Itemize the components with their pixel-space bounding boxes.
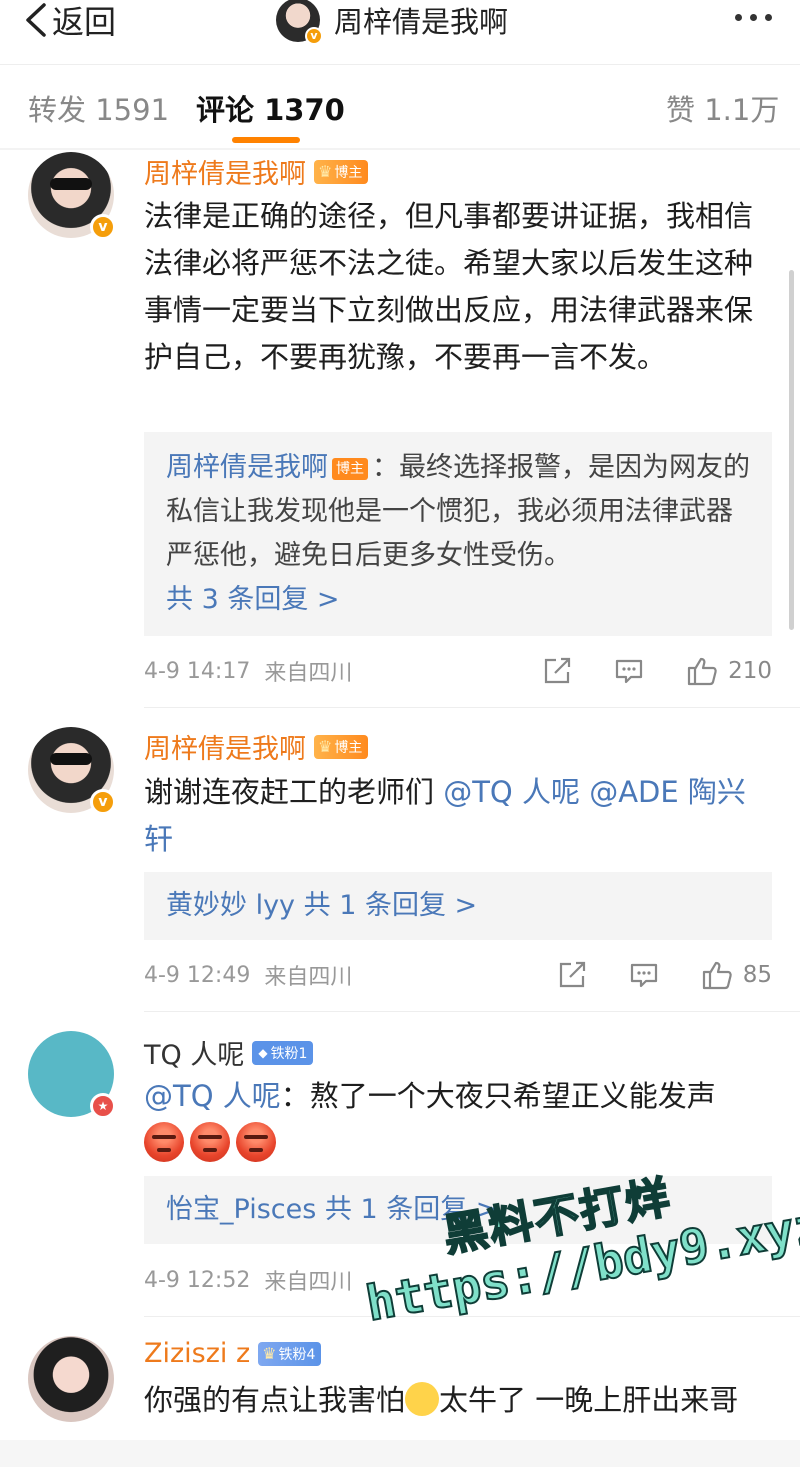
tab-likes[interactable]: 赞 1.1万 [666, 87, 779, 129]
divider [144, 707, 800, 708]
back-label: 返回 [52, 3, 117, 41]
chevron-left-icon [26, 3, 46, 37]
back-button[interactable]: 返回 [22, 0, 117, 41]
avatar[interactable]: v [28, 152, 116, 240]
verified-icon: v [90, 789, 116, 815]
fan-badge: ♛ 铁粉4 [258, 1341, 322, 1366]
avatar[interactable]: v [28, 727, 116, 815]
tab-repost[interactable]: 转发 1591 [28, 87, 169, 129]
scrollbar[interactable] [789, 270, 794, 630]
reply-button[interactable] [614, 657, 644, 685]
share-icon [559, 961, 585, 988]
crown-icon: ♛ [318, 737, 333, 756]
timestamp: 4-9 12:49 [144, 962, 251, 988]
mention-link[interactable]: @TQ 人呢 [443, 775, 580, 809]
angry-emoji-icon [144, 1122, 184, 1162]
reply-button[interactable] [629, 961, 659, 989]
avatar[interactable]: ★ [28, 1031, 116, 1119]
angry-emoji-icon [236, 1122, 276, 1162]
avatar[interactable]: v [276, 0, 323, 45]
host-badge: ♛ 博主 [314, 159, 369, 184]
verified-icon: v [305, 27, 323, 45]
divider [0, 148, 800, 150]
view-replies-link[interactable]: 黄妙妙 lyy 共 1 条回复 > [166, 890, 477, 921]
reply-preview[interactable]: 黄妙妙 lyy 共 1 条回复 > [144, 872, 772, 940]
avatar[interactable] [28, 1336, 114, 1422]
like-icon [702, 961, 732, 990]
top-bar: 返回 v 周梓倩是我啊 [0, 0, 800, 64]
diamond-icon: ◆ [258, 1045, 268, 1060]
like-icon [687, 657, 717, 686]
comment-text: 法律是正确的途径，但凡事都要讲证据，我相信法律必将严惩不法之徒。希望大家以后发生… [144, 199, 754, 374]
angry-emoji-icon [190, 1122, 230, 1162]
tab-bar: 转发 1591 评论 1370 赞 1.1万 [0, 64, 800, 150]
like-button[interactable]: 210 [686, 656, 772, 686]
more-icon [735, 13, 742, 21]
verified-icon: v [90, 214, 116, 240]
crown-icon: ♛ [318, 162, 333, 181]
timestamp: 4-9 12:52 [144, 1267, 251, 1293]
comment-author[interactable]: TQ 人呢 ◆ 铁粉1 [144, 1033, 314, 1072]
emoji-row [144, 1122, 276, 1162]
tab-indicator [232, 137, 300, 143]
divider [144, 1316, 800, 1317]
scared-emoji-icon [405, 1382, 440, 1416]
comment-text: 谢谢连夜赶工的老师们 @TQ 人呢 @ADE 陶兴轩 [144, 775, 746, 856]
fan-icon: ★ [90, 1093, 116, 1119]
comment-meta: 4-9 14:17 来自四川 210 [144, 651, 772, 691]
reply-preview[interactable]: 周梓倩是我啊 博主 ：最终选择报警，是因为网友的私信让我发现他是一个惯犯，我必须用法… [144, 432, 772, 636]
location: 来自四川 [264, 965, 353, 990]
like-count: 210 [728, 658, 772, 684]
fan-badge: ◆ 铁粉1 [252, 1040, 314, 1065]
comment-icon [630, 963, 657, 988]
more-button[interactable] [735, 0, 772, 34]
tab-comments[interactable]: 评论 1370 [196, 87, 345, 129]
comment-text: 你强的有点让我害怕 太牛了 一晚上肝出来哥 [144, 1382, 739, 1417]
share-icon [544, 657, 571, 684]
divider [144, 1011, 800, 1012]
timestamp: 4-9 14:17 [144, 658, 251, 684]
location: 来自四川 [264, 1270, 353, 1295]
page-title: v 周梓倩是我啊 [276, 0, 509, 45]
bottom-bar [0, 1440, 800, 1467]
like-button[interactable]: 85 [701, 960, 772, 990]
share-button[interactable] [542, 657, 572, 685]
location: 来自四川 [264, 661, 353, 686]
crown-icon: ♛ [262, 1344, 277, 1363]
view-replies-link[interactable]: 共 3 条回复 > [166, 578, 750, 622]
host-badge: ♛ 博主 [314, 734, 369, 759]
page-title-text: 周梓倩是我啊 [334, 5, 509, 39]
comment-meta: 4-9 12:49 来自四川 85 [144, 955, 772, 995]
share-button[interactable] [557, 961, 587, 989]
like-count: 85 [742, 962, 772, 988]
mention-link[interactable]: @TQ 人呢 [144, 1079, 281, 1113]
comment-author[interactable]: 周梓倩是我啊 ♛ 博主 [144, 727, 369, 766]
comment-text: @TQ 人呢：熬了一个大夜只希望正义能发声 [144, 1079, 716, 1113]
comment-author[interactable]: 周梓倩是我啊 ♛ 博主 [144, 152, 369, 191]
comment-icon [615, 659, 643, 684]
comment-author[interactable]: Ziziszi z ♛ 铁粉4 [144, 1338, 322, 1369]
